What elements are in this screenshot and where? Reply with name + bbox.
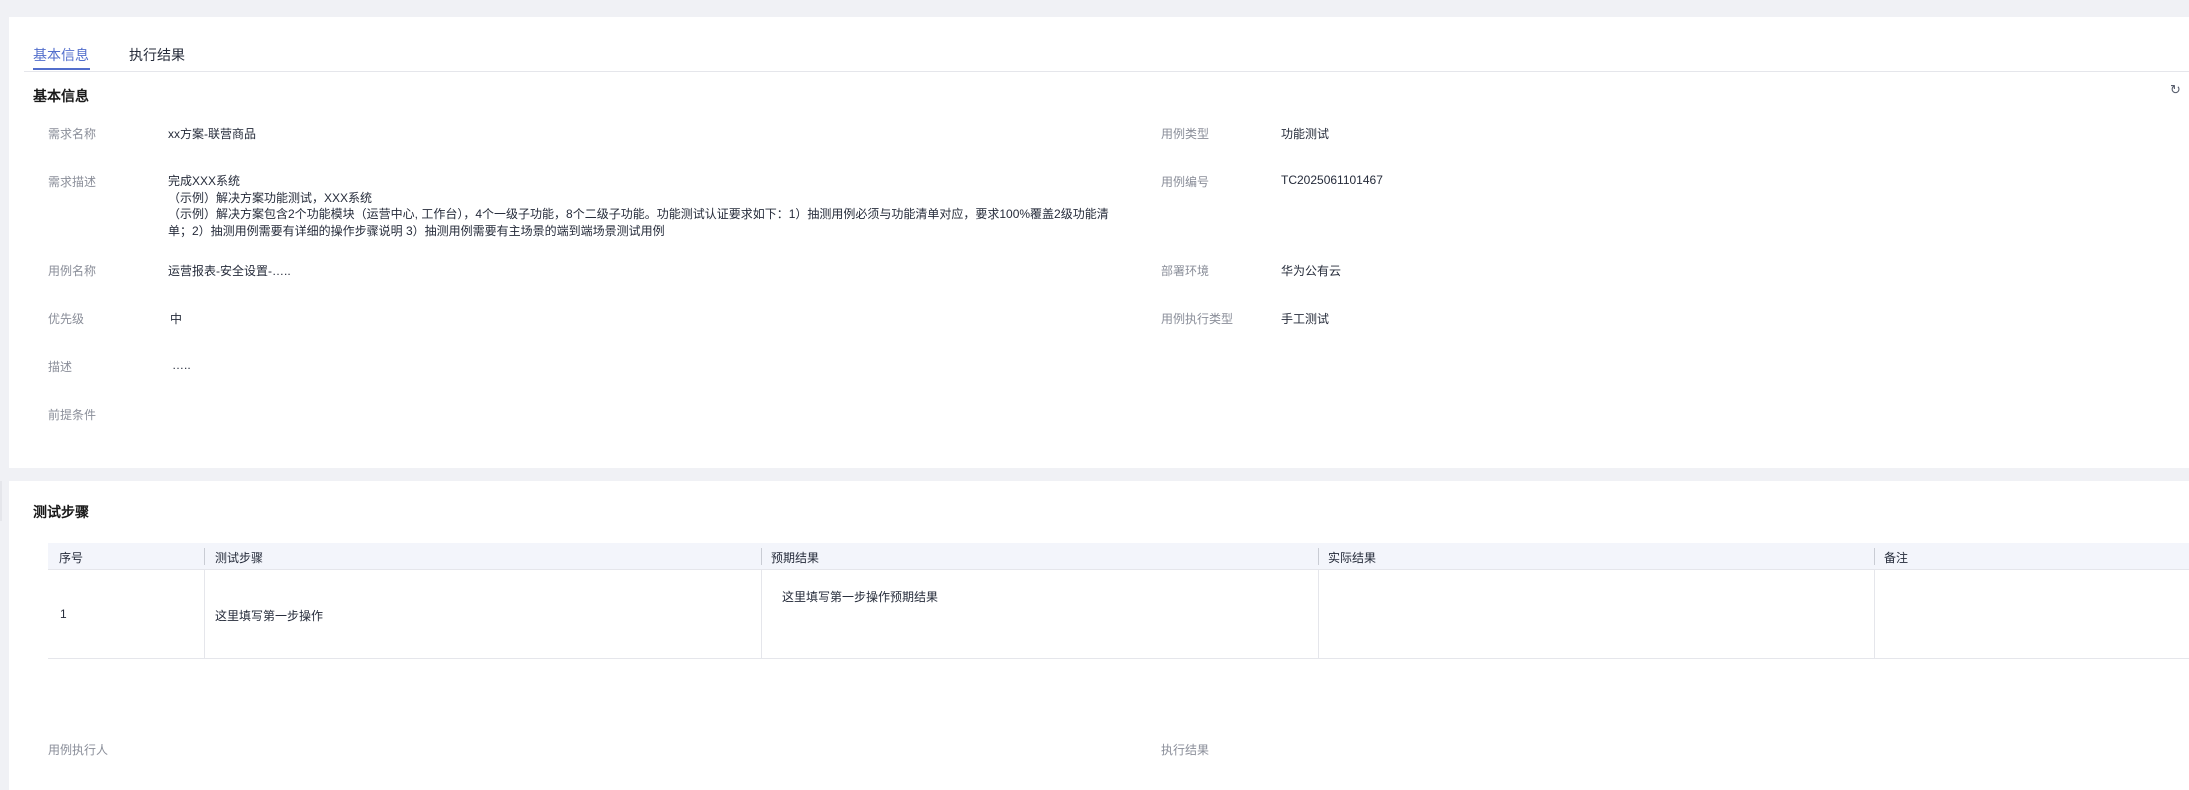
case-type-label: 用例类型	[1161, 127, 1210, 141]
requirement-desc-label: 需求描述	[48, 175, 97, 189]
column-header-actual: 实际结果	[1328, 551, 1377, 565]
precondition-label: 前提条件	[48, 408, 97, 422]
basic-info-title: 基本信息	[33, 88, 89, 104]
executor-label: 用例执行人	[48, 743, 109, 757]
description-label: 描述	[48, 360, 73, 374]
requirement-desc-line: （示例）解决方案包含2个功能模块（运营中心, 工作台），4个一级子功能，8个二级…	[168, 207, 1109, 221]
cell-separator	[761, 570, 762, 659]
active-tab-indicator	[33, 68, 90, 70]
case-number-label: 用例编号	[1161, 175, 1210, 189]
basic-info-panel	[9, 17, 2189, 468]
tab-basic-info[interactable]: 基本信息	[33, 45, 89, 65]
deploy-env-label: 部署环境	[1161, 264, 1210, 278]
column-header-remark: 备注	[1884, 551, 1909, 565]
column-header-step: 测试步骤	[215, 551, 264, 565]
exec-type-label: 用例执行类型	[1161, 312, 1234, 326]
test-steps-table: 序号 测试步骤 预期结果 实际结果 备注 1 这里填写第一步操作 这里填写第一步…	[48, 543, 2189, 659]
row-step[interactable]: 这里填写第一步操作	[215, 607, 323, 624]
requirement-desc-value: 完成XXX系统 （示例）解决方案功能测试，XXX系统 （示例）解决方案包含2个功…	[168, 173, 1128, 239]
requirement-desc-line: （示例）解决方案功能测试，XXX系统	[168, 190, 373, 205]
exec-type-value: 手工测试	[1281, 312, 1330, 326]
panel-edge	[0, 481, 2, 521]
requirement-desc-line: 完成XXX系统	[168, 174, 241, 188]
cell-separator	[1318, 570, 1319, 659]
row-expected[interactable]: 这里填写第一步操作预期结果	[782, 588, 938, 605]
cell-separator	[204, 570, 205, 659]
requirement-name-value: xx方案-联营商品	[168, 127, 256, 141]
column-separator	[1874, 548, 1875, 565]
table-header: 序号 测试步骤 预期结果 实际结果 备注	[48, 543, 2189, 570]
case-name-label: 用例名称	[48, 264, 97, 278]
column-header-expected: 预期结果	[771, 551, 820, 565]
requirement-name-label: 需求名称	[48, 127, 97, 141]
case-name-value: 运营报表-安全设置-…..	[168, 264, 291, 278]
priority-label: 优先级	[48, 312, 85, 326]
case-number-value: TC2025061101467	[1281, 173, 1383, 187]
row-index: 1	[60, 607, 67, 621]
cell-separator	[1874, 570, 1875, 659]
execution-result-label: 执行结果	[1161, 743, 1210, 757]
description-value: …..	[172, 358, 191, 372]
refresh-icon[interactable]: ↻	[2170, 83, 2184, 97]
column-separator	[204, 548, 205, 565]
case-type-value: 功能测试	[1281, 127, 1330, 141]
column-separator	[1318, 548, 1319, 565]
tab-execution-result[interactable]: 执行结果	[129, 45, 185, 65]
table-row: 1 这里填写第一步操作 这里填写第一步操作预期结果	[48, 570, 2189, 659]
priority-value: 中	[170, 312, 183, 326]
column-header-index: 序号	[59, 551, 84, 565]
requirement-desc-line: 单；2）抽测用例需要有详细的操作步骤说明 3）抽测用例需要有主场景的端到端场景测…	[168, 223, 665, 238]
tab-bar: 基本信息 执行结果	[24, 27, 2189, 72]
deploy-env-value: 华为公有云	[1281, 264, 1342, 278]
column-separator	[761, 548, 762, 565]
test-steps-title: 测试步骤	[33, 504, 89, 520]
